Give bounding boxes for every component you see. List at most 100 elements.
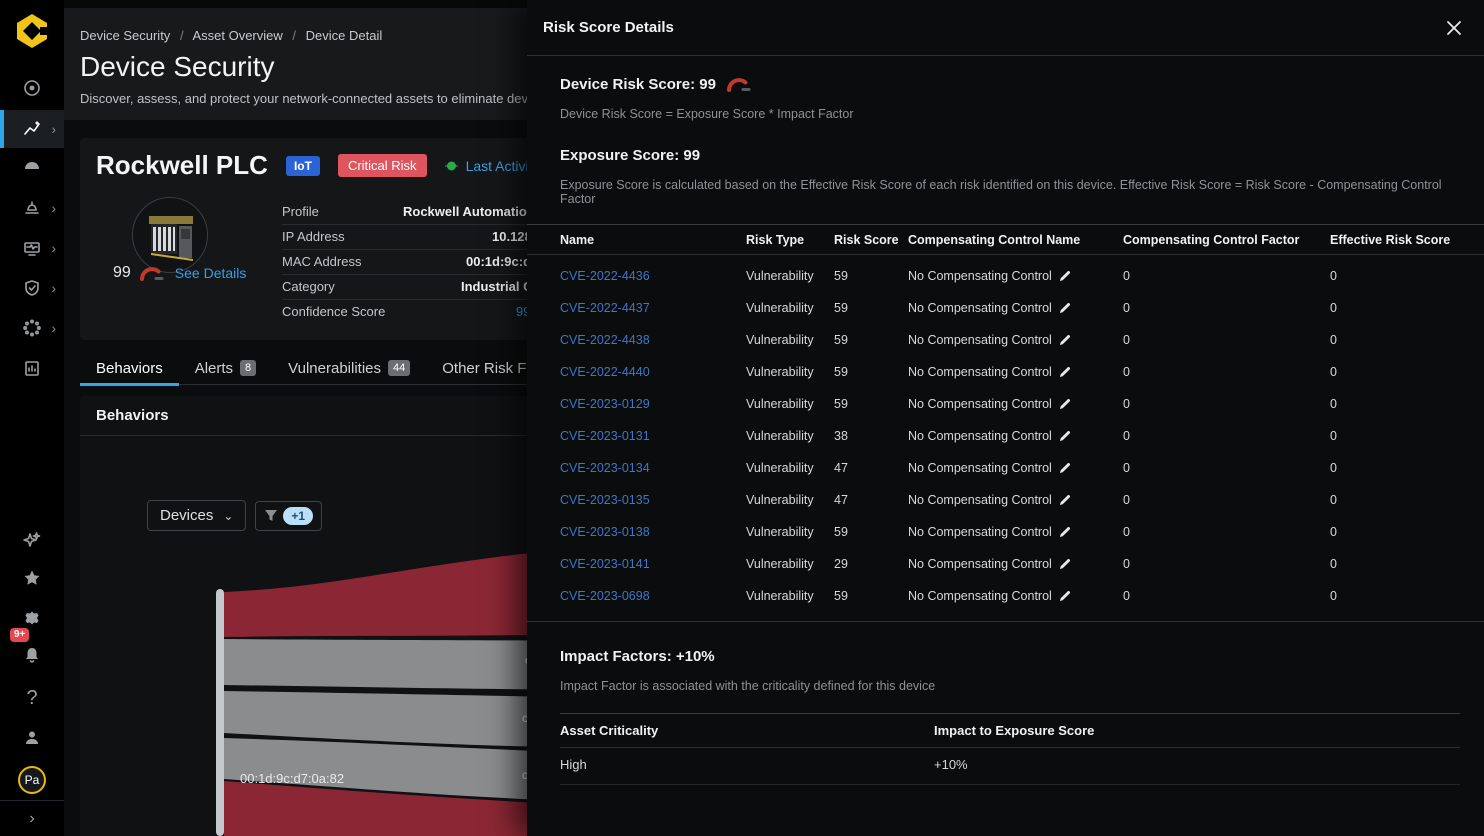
- edit-control-button[interactable]: [1059, 430, 1071, 442]
- chevron-right-icon: ›: [51, 201, 56, 215]
- cve-link[interactable]: CVE-2022-4440: [560, 365, 650, 379]
- sidebar-item-ai-assistant[interactable]: [0, 520, 64, 560]
- risk-score-cell: 59: [834, 589, 908, 603]
- close-icon: [1444, 18, 1464, 38]
- edit-control-button[interactable]: [1059, 462, 1071, 474]
- compensating-control-cell: No Compensating Control: [908, 301, 1052, 315]
- risk-type-cell: Vulnerability: [746, 557, 834, 571]
- filter-button[interactable]: +1: [255, 501, 322, 531]
- cve-link[interactable]: CVE-2022-4437: [560, 301, 650, 315]
- cve-link[interactable]: CVE-2023-0135: [560, 493, 650, 507]
- effective-score-cell: 0: [1330, 301, 1460, 315]
- sidebar-item-alerts[interactable]: ›: [0, 188, 64, 228]
- report-chart-icon: [22, 358, 42, 378]
- breadcrumb-asset-overview[interactable]: Asset Overview: [192, 28, 282, 43]
- sidebar-item-visibility[interactable]: [0, 68, 64, 108]
- control-factor-cell: 0: [1123, 461, 1330, 475]
- edit-control-button[interactable]: [1059, 366, 1071, 378]
- edit-control-button[interactable]: [1059, 270, 1071, 282]
- risk-type-cell: Vulnerability: [746, 493, 834, 507]
- cve-link[interactable]: CVE-2022-4438: [560, 333, 650, 347]
- control-factor-cell: 0: [1123, 493, 1330, 507]
- edit-control-button[interactable]: [1059, 334, 1071, 346]
- risk-type-cell: Vulnerability: [746, 365, 834, 379]
- sidebar-item-monitoring[interactable]: ›: [0, 228, 64, 268]
- gauge-icon: [22, 158, 42, 178]
- tab-label: Alerts: [195, 360, 233, 377]
- sidebar-item-notifications[interactable]: 9+: [0, 635, 64, 675]
- chevron-right-icon: ›: [51, 122, 56, 136]
- risk-score-cell: 38: [834, 429, 908, 443]
- cve-link[interactable]: CVE-2023-0131: [560, 429, 650, 443]
- see-details-link[interactable]: See Details: [175, 265, 247, 281]
- col-header-compensating-control-factor: Compensating Control Factor: [1123, 233, 1330, 247]
- cve-link[interactable]: CVE-2022-4436: [560, 269, 650, 283]
- devices-dropdown[interactable]: Devices ⌄: [147, 500, 246, 531]
- sidebar-item-dashboard[interactable]: [0, 148, 64, 188]
- sidebar: › › › › ›: [0, 0, 64, 836]
- sidebar-collapse-button[interactable]: ›: [0, 800, 64, 836]
- breadcrumb-device-security[interactable]: Device Security: [80, 28, 170, 43]
- pencil-icon: [1059, 366, 1071, 378]
- edit-control-button[interactable]: [1059, 494, 1071, 506]
- sidebar-item-asset-overview[interactable]: ›: [0, 110, 64, 148]
- device-risk-score-heading: Device Risk Score: 99: [560, 76, 716, 93]
- breadcrumb-device-detail[interactable]: Device Detail: [306, 28, 383, 43]
- edit-control-button[interactable]: [1059, 590, 1071, 602]
- sidebar-item-compliance[interactable]: ›: [0, 268, 64, 308]
- cortex-logo-icon: [13, 12, 51, 50]
- col-header-effective-risk-score: Effective Risk Score: [1330, 233, 1460, 247]
- funnel-icon: [264, 509, 278, 523]
- siren-icon: [22, 198, 42, 218]
- compensating-control-cell: No Compensating Control: [908, 525, 1052, 539]
- edit-control-button[interactable]: [1059, 526, 1071, 538]
- pencil-icon: [1059, 590, 1071, 602]
- cve-link[interactable]: CVE-2023-0141: [560, 557, 650, 571]
- effective-score-cell: 0: [1330, 589, 1460, 603]
- monitor-pulse-icon: [22, 238, 42, 258]
- risk-gauge-icon: [139, 266, 165, 281]
- cve-link[interactable]: CVE-2023-0698: [560, 589, 650, 603]
- sidebar-item-help[interactable]: ?: [0, 678, 64, 718]
- tab-bar: Behaviors Alerts 8 Vulnerabilities 44 Ot…: [80, 352, 594, 385]
- effective-score-cell: 0: [1330, 493, 1460, 507]
- field-label: IP Address: [282, 229, 345, 244]
- notification-badge: 9+: [10, 628, 29, 642]
- asset-route-icon: [22, 119, 42, 139]
- tab-alerts[interactable]: Alerts 8: [179, 352, 272, 384]
- field-label: MAC Address: [282, 254, 361, 269]
- cve-link[interactable]: CVE-2023-0129: [560, 397, 650, 411]
- cve-link[interactable]: CVE-2023-0138: [560, 525, 650, 539]
- sidebar-item-account[interactable]: Pa: [0, 760, 64, 800]
- control-factor-cell: 0: [1123, 429, 1330, 443]
- edit-control-button[interactable]: [1059, 302, 1071, 314]
- exposure-score-heading: Exposure Score: 99: [560, 147, 1460, 164]
- col-header-compensating-control-name: Compensating Control Name: [908, 233, 1123, 247]
- effective-score-cell: 0: [1330, 269, 1460, 283]
- tab-behaviors[interactable]: Behaviors: [80, 352, 179, 384]
- col-header-impact-to-exposure: Impact to Exposure Score: [934, 723, 1460, 738]
- cve-link[interactable]: CVE-2023-0134: [560, 461, 650, 475]
- risk-type-cell: Vulnerability: [746, 397, 834, 411]
- sidebar-item-favorites[interactable]: [0, 558, 64, 598]
- behaviors-heading: Behaviors: [80, 396, 594, 436]
- risk-score-cell: 59: [834, 525, 908, 539]
- close-button[interactable]: [1444, 18, 1464, 38]
- control-factor-cell: 0: [1123, 365, 1330, 379]
- tab-vulnerabilities[interactable]: Vulnerabilities 44: [272, 352, 426, 384]
- sidebar-item-reports[interactable]: [0, 348, 64, 388]
- edit-control-button[interactable]: [1059, 558, 1071, 570]
- cortex-logo[interactable]: [13, 12, 51, 50]
- sidebar-item-integrations[interactable]: ›: [0, 308, 64, 348]
- risk-type-cell: Vulnerability: [746, 269, 834, 283]
- filter-count-badge: +1: [283, 507, 313, 525]
- compensating-control-cell: No Compensating Control: [908, 429, 1052, 443]
- risk-type-cell: Vulnerability: [746, 429, 834, 443]
- online-status-icon: [445, 161, 458, 171]
- pencil-icon: [1059, 398, 1071, 410]
- star-icon: [22, 568, 42, 588]
- compensating-control-cell: No Compensating Control: [908, 333, 1052, 347]
- sidebar-item-user[interactable]: [0, 718, 64, 758]
- edit-control-button[interactable]: [1059, 398, 1071, 410]
- device-type-badge: IoT: [286, 156, 320, 176]
